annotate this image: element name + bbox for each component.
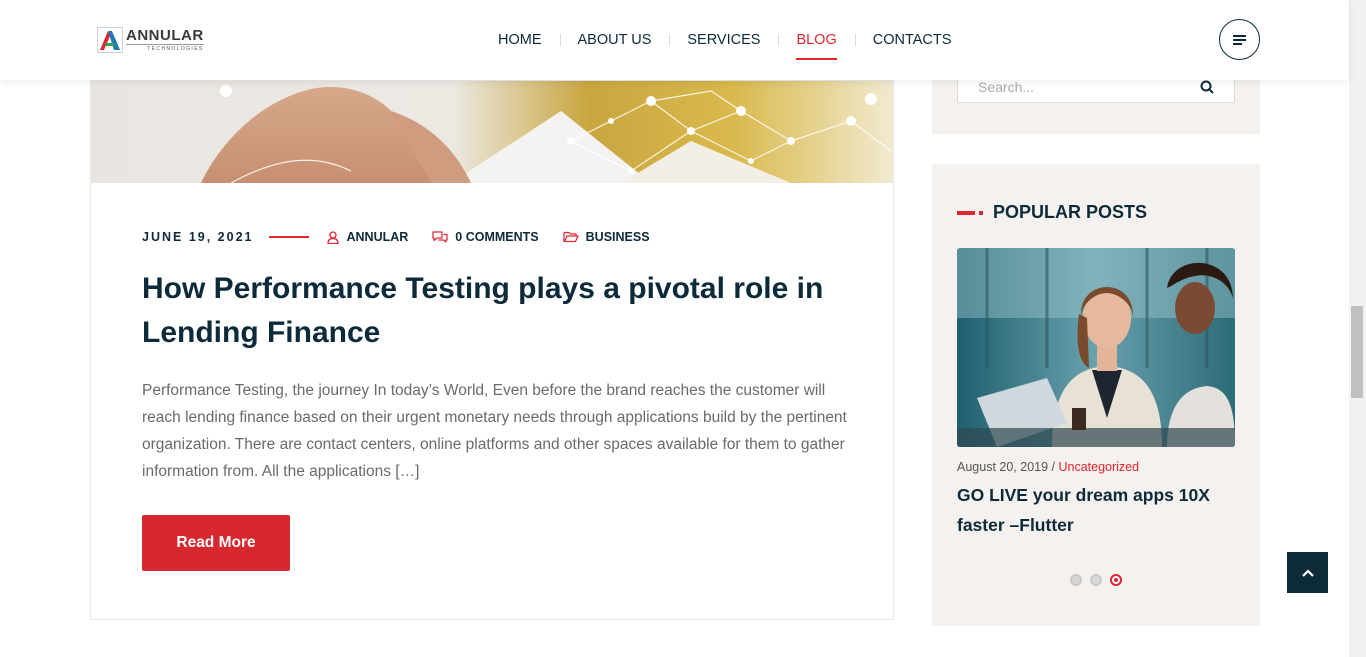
nav-services[interactable]: SERVICES — [669, 0, 778, 80]
search-placeholder: Search... — [978, 79, 1035, 95]
heading-accent-mark — [957, 210, 983, 215]
post-meta: JUNE 19, 2021 ANNULAR 0 COMMENTS BUSINES… — [142, 230, 674, 244]
logo[interactable]: ANNULAR TECHNOLOGIES — [97, 24, 215, 56]
folder-icon — [563, 231, 579, 243]
carousel-dot-1[interactable] — [1070, 574, 1082, 586]
popular-post-image[interactable] — [957, 248, 1235, 447]
popular-post-title[interactable]: GO LIVE your dream apps 10X faster –Flut… — [957, 480, 1227, 540]
carousel-dot-3[interactable] — [1110, 574, 1122, 586]
post-title[interactable]: How Performance Testing plays a pivotal … — [142, 267, 842, 355]
post-excerpt: Performance Testing, the journey In toda… — [142, 382, 847, 480]
post-author[interactable]: ANNULAR — [327, 230, 408, 244]
logo-subtitle: TECHNOLOGIES — [126, 44, 204, 52]
nav-blog[interactable]: BLOG — [778, 0, 854, 80]
popular-post-meta: August 20, 2019 / Uncategorized — [957, 460, 1139, 474]
popular-post-date: August 20, 2019 — [957, 460, 1049, 474]
search-icon[interactable] — [1200, 80, 1214, 94]
back-to-top-button[interactable] — [1287, 552, 1328, 593]
blog-post-card: JUNE 19, 2021 ANNULAR 0 COMMENTS BUSINES… — [90, 80, 894, 620]
site-header: ANNULAR TECHNOLOGIES HOME ABOUT US SERVI… — [0, 0, 1349, 80]
popular-post-separator: / — [1048, 460, 1059, 474]
carousel-dots — [1070, 574, 1130, 586]
post-comments-count: 0 COMMENTS — [455, 230, 539, 244]
scrollbar-thumb[interactable] — [1351, 306, 1363, 398]
read-more-button[interactable]: Read More — [142, 515, 290, 571]
post-category[interactable]: BUSINESS — [563, 230, 650, 244]
meta-divider-line — [269, 236, 310, 238]
popular-posts-heading: POPULAR POSTS — [957, 202, 1147, 223]
logo-icon — [97, 27, 123, 53]
post-featured-image[interactable] — [91, 81, 893, 183]
search-widget: Search... — [932, 78, 1260, 134]
post-comments[interactable]: 0 COMMENTS — [432, 230, 539, 244]
main-nav: HOME ABOUT US SERVICES BLOG CONTACTS — [480, 0, 969, 80]
user-icon — [327, 230, 340, 244]
arrow-up-icon — [1301, 568, 1314, 577]
nav-home[interactable]: HOME — [480, 0, 560, 80]
carousel-dot-2[interactable] — [1090, 574, 1102, 586]
post-category-name: BUSINESS — [585, 230, 650, 244]
post-author-name: ANNULAR — [346, 230, 409, 244]
logo-word: ANNULAR — [126, 27, 204, 44]
search-input[interactable]: Search... — [957, 78, 1235, 103]
popular-post-category[interactable]: Uncategorized — [1058, 460, 1139, 474]
post-date: JUNE 19, 2021 — [142, 230, 254, 244]
hamburger-icon — [1232, 34, 1246, 45]
nav-about-us[interactable]: ABOUT US — [559, 0, 670, 80]
comments-icon — [432, 231, 448, 243]
menu-button[interactable] — [1219, 19, 1260, 60]
page-scrollbar[interactable] — [1349, 0, 1366, 657]
page: ANNULAR TECHNOLOGIES HOME ABOUT US SERVI… — [0, 0, 1366, 657]
popular-posts-title: POPULAR POSTS — [993, 202, 1148, 222]
nav-contacts[interactable]: CONTACTS — [854, 0, 970, 80]
popular-posts-widget: POPULAR POSTS August 20, 2019 / Uncatego… — [932, 164, 1260, 626]
